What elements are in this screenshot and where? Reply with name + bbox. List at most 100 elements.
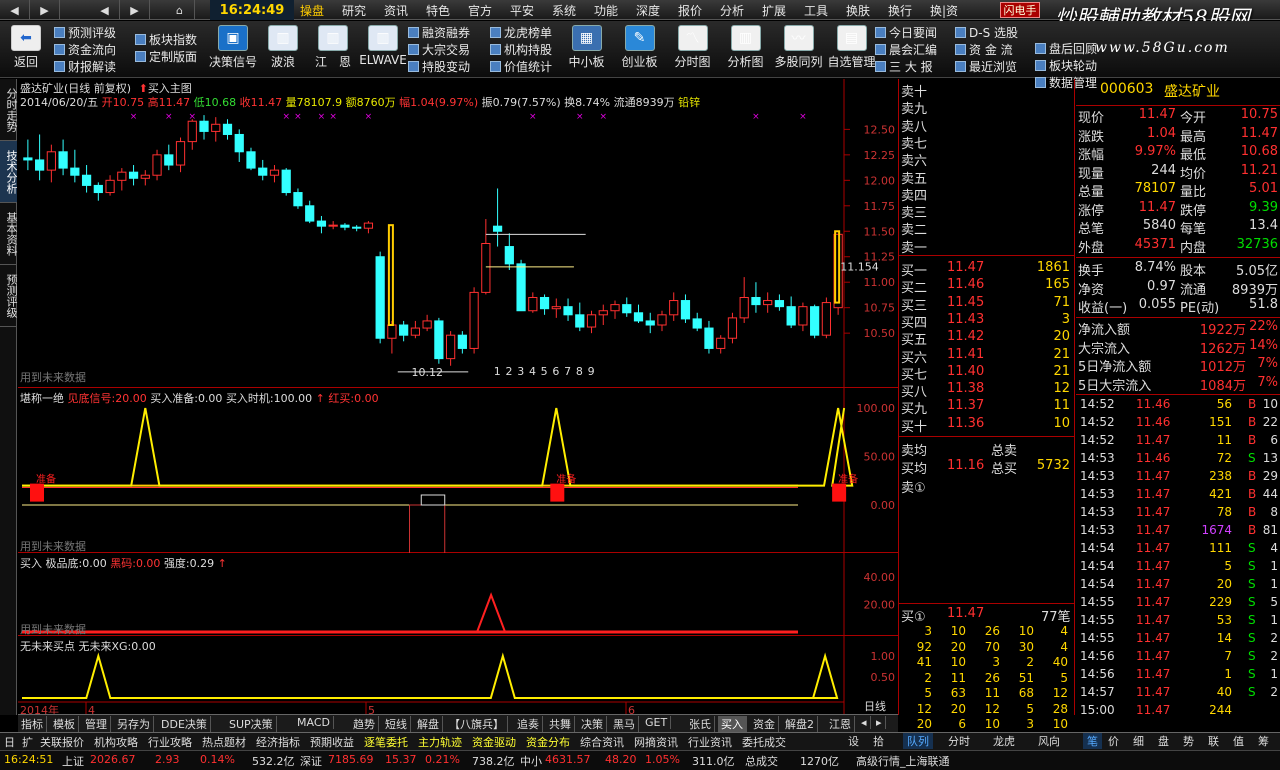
sell-level-row[interactable]: 卖五	[901, 168, 1074, 187]
candle-body[interactable]	[704, 327, 714, 349]
right-tab-6[interactable]: 笔	[1083, 733, 1102, 749]
candle-body[interactable]	[669, 300, 679, 316]
buy-level-row[interactable]: 买一 11.47 1861	[901, 260, 1074, 279]
candle-body[interactable]	[633, 312, 644, 322]
big_buttons2-button-5[interactable]: ▤ 自选管理	[825, 25, 878, 70]
small_col5-item-1[interactable]: 晨会汇编	[875, 41, 937, 58]
zx-label[interactable]: 中小	[520, 753, 542, 769]
candle-body[interactable]	[58, 151, 68, 169]
indicator-tab-6[interactable]: MACD	[294, 716, 334, 729]
candle-body[interactable]	[434, 320, 444, 360]
candle-body[interactable]	[446, 334, 456, 360]
small_col1-item-1[interactable]: 资金流向	[54, 41, 116, 58]
candle-body[interactable]	[751, 296, 761, 306]
function-tab-7[interactable]: 预期收益	[310, 734, 354, 750]
candle-body[interactable]	[269, 169, 280, 176]
indicator-tab-19[interactable]: 解盘2	[782, 716, 818, 732]
function-tab-9[interactable]: 主力轨迹	[418, 734, 462, 750]
menu-item-14[interactable]: 换行	[888, 2, 912, 19]
big_buttons2-button-4[interactable]: 〰多股同列	[772, 25, 825, 70]
menu-item-2[interactable]: 资讯	[384, 2, 408, 19]
sell1-queue-row[interactable]: 卖①	[901, 477, 1074, 496]
indicator-tab-13[interactable]: 决策	[578, 716, 607, 732]
small_col7-item-1[interactable]: 板块轮动	[1035, 57, 1097, 74]
left-tab-1[interactable]: 技术分析	[0, 141, 18, 203]
candle-body[interactable]	[563, 306, 573, 316]
buy-level-row[interactable]: 买二 11.46 165	[901, 277, 1074, 296]
indicator-tab-5[interactable]: SUP决策	[226, 716, 277, 732]
candle-body[interactable]	[786, 306, 796, 326]
brand-tag[interactable]: 闪电手	[1000, 2, 1040, 18]
candle-body[interactable]	[140, 174, 150, 179]
function-tab-10[interactable]: 资金驱动	[472, 734, 516, 750]
candle-body[interactable]	[680, 300, 691, 320]
candle-body[interactable]	[798, 306, 808, 326]
candle-body[interactable]	[457, 334, 467, 349]
small_col4-item-1[interactable]: 机构持股	[490, 41, 552, 58]
small_col1-item-2[interactable]: 财报解读	[54, 58, 116, 75]
sell-level-row[interactable]: 卖六	[901, 150, 1074, 169]
candle-body[interactable]	[422, 320, 432, 329]
indicator-tab-14[interactable]: 黑马	[610, 716, 639, 732]
candle-body[interactable]	[81, 174, 92, 186]
sell-level-row[interactable]: 卖四	[901, 185, 1074, 204]
function-tab-6[interactable]: 经济指标	[256, 734, 300, 750]
small_col3-item-2[interactable]: 持股变动	[408, 58, 470, 75]
menu-item-15[interactable]: 换|资	[930, 2, 958, 19]
big_buttons2-button-2[interactable]: 〽分时图	[666, 25, 719, 70]
candle-body[interactable]	[657, 314, 667, 326]
right-tab-5[interactable]: 风向	[1038, 733, 1060, 749]
buy1-queue-row[interactable]: 买① 11.47 77笔	[901, 606, 1074, 625]
right-tab-3[interactable]: 分时	[948, 733, 970, 749]
nav-next-icon[interactable]: ▶	[120, 0, 150, 20]
candle-body[interactable]	[246, 151, 256, 169]
candle-body[interactable]	[328, 224, 338, 227]
candle-body[interactable]	[46, 151, 56, 171]
menu-item-8[interactable]: 深度	[636, 2, 660, 19]
candle-body[interactable]	[293, 192, 303, 207]
indicator1-chart[interactable]: 100.00 50.00 0.00 准备 准备 准备	[18, 388, 898, 553]
indicator-tab-16[interactable]: 张氏	[686, 716, 715, 732]
indicator-tab-18[interactable]: 资金	[750, 716, 779, 732]
buy-level-row[interactable]: 买六 11.41 21	[901, 347, 1074, 366]
left-tab-2[interactable]: 基本资料	[0, 203, 18, 265]
candle-body[interactable]	[469, 291, 479, 349]
sell-level-row[interactable]: 卖一	[901, 237, 1074, 256]
buy-level-row[interactable]: 买五 11.42 20	[901, 329, 1074, 348]
function-tab-12[interactable]: 综合资讯	[580, 734, 624, 750]
candle-body[interactable]	[128, 171, 139, 179]
sell-level-row[interactable]: 卖九	[901, 98, 1074, 117]
candle-body[interactable]	[516, 263, 526, 312]
menu-item-6[interactable]: 系统	[552, 2, 576, 19]
small_col5-item-0[interactable]: 今日要闻	[875, 24, 937, 41]
candle-body[interactable]	[316, 220, 327, 227]
sell-level-row[interactable]: 卖七	[901, 133, 1074, 152]
big_buttons-button-0[interactable]: ▣ 决策信号	[208, 25, 258, 70]
indicator-tab-17[interactable]: 买入	[718, 716, 747, 732]
sell-level-row[interactable]: 卖十	[901, 81, 1074, 100]
right-tab-9[interactable]: 盘	[1158, 733, 1169, 749]
back-button[interactable]: ⬅ 返回	[8, 25, 44, 70]
menu-item-7[interactable]: 功能	[594, 2, 618, 19]
candle-body[interactable]	[727, 317, 738, 339]
candle-body[interactable]	[575, 314, 585, 328]
candle-body[interactable]	[352, 226, 362, 229]
candle-body[interactable]	[810, 306, 820, 336]
big_buttons-button-3[interactable]: ▥ ELWAVE	[358, 25, 408, 67]
candle-body[interactable]	[363, 222, 374, 229]
menu-item-5[interactable]: 平安	[510, 2, 534, 19]
candle-body[interactable]	[375, 256, 385, 339]
home-icon[interactable]: ⌂	[165, 0, 195, 20]
candle-body[interactable]	[70, 167, 80, 176]
candle-body[interactable]	[739, 296, 749, 319]
menu-item-3[interactable]: 特色	[426, 2, 450, 19]
menu-item-13[interactable]: 换肤	[846, 2, 870, 19]
menu-item-0[interactable]: 操盘	[300, 2, 324, 19]
period-label[interactable]: 日线	[864, 698, 886, 714]
small_col1-item-0[interactable]: 预测评级	[54, 24, 116, 41]
candle-body[interactable]	[481, 242, 491, 293]
candle-body[interactable]	[340, 224, 350, 228]
candle-body[interactable]	[387, 324, 397, 339]
right-tab-7[interactable]: 价	[1108, 733, 1119, 749]
candle-body[interactable]	[622, 304, 632, 314]
